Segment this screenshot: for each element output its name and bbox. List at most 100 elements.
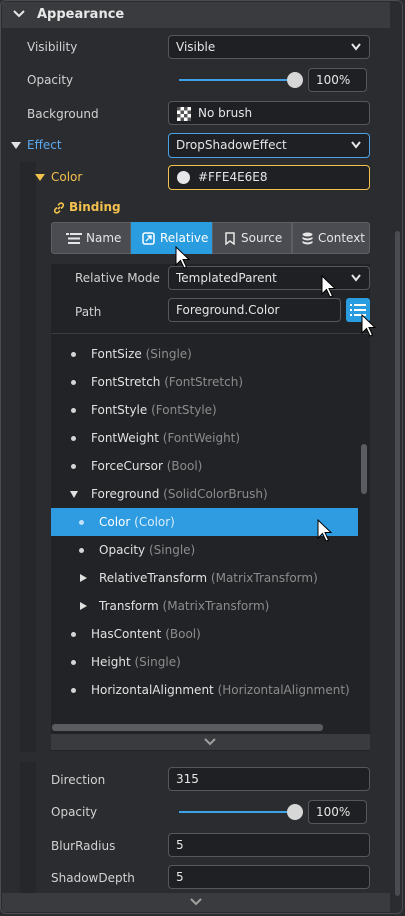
section-title: Appearance <box>37 7 125 22</box>
tree-item-name: ForceCursor <box>91 459 163 473</box>
tab-context-label: Context <box>318 231 366 245</box>
opacity-value: 100% <box>316 73 351 87</box>
tree-item-fontweight[interactable]: FontWeight (FontWeight) <box>51 424 358 452</box>
property-tree[interactable]: FontSize (Single) FontStretch (FontStret… <box>51 340 358 720</box>
tree-item-opacity[interactable]: Opacity (Single) <box>51 536 358 564</box>
link-icon <box>53 202 65 214</box>
tree-item-forcecursor[interactable]: ForceCursor (Bool) <box>51 452 358 480</box>
shadow-opacity-slider-track[interactable] <box>179 811 291 813</box>
tree-item-fontstretch[interactable]: FontStretch (FontStretch) <box>51 368 358 396</box>
mouse-cursor-icon <box>321 275 337 298</box>
path-input[interactable]: Foreground.Color <box>168 298 341 322</box>
shadow-depth-label: ShadowDepth <box>51 871 135 885</box>
tree-item-type: (FontStretch) <box>164 375 244 389</box>
tree-item-name: Height <box>91 655 131 669</box>
tree-item-fontstyle[interactable]: FontStyle (FontStyle) <box>51 396 358 424</box>
color-expand-icon[interactable] <box>35 174 45 181</box>
mouse-cursor-icon <box>317 519 333 542</box>
tree-item-type: (Bool) <box>165 627 201 641</box>
opacity-slider-track[interactable] <box>179 79 291 81</box>
bullet-icon <box>71 380 76 385</box>
tree-item-name: FontStyle <box>91 403 148 417</box>
tree-item-name: Transform <box>99 599 159 613</box>
chevron-down-icon <box>351 141 361 149</box>
bullet-icon <box>71 660 76 665</box>
chevron-down-icon <box>204 738 216 746</box>
tab-name-label: Name <box>86 231 122 245</box>
relative-mode-dropdown[interactable]: TemplatedParent <box>168 266 370 290</box>
tab-name[interactable]: Name <box>51 222 131 254</box>
tree-item-type: (FontStyle) <box>151 403 217 417</box>
bullet-icon <box>79 548 84 553</box>
tree-item-color-selected[interactable]: Color (Color) <box>51 508 358 536</box>
direction-input[interactable]: 315 <box>168 767 370 791</box>
direction-label: Direction <box>51 773 106 787</box>
expanded-triangle-icon[interactable] <box>70 491 78 498</box>
tab-context[interactable]: Context <box>292 222 370 254</box>
relative-mode-label: Relative Mode <box>75 271 160 285</box>
tab-relative[interactable]: Relative <box>131 222 212 254</box>
tree-vertical-scrollbar[interactable] <box>361 444 367 494</box>
tree-expand-footer[interactable] <box>51 734 370 750</box>
tree-item-transform[interactable]: Transform (MatrixTransform) <box>51 592 358 620</box>
background-brush-field[interactable]: No brush <box>168 101 370 125</box>
tree-item-type: (FontWeight) <box>162 431 241 445</box>
panel-expand-footer[interactable] <box>2 893 390 912</box>
bullet-icon <box>71 352 76 357</box>
tree-item-type: (MatrixTransform) <box>162 599 270 613</box>
checkerboard-icon <box>177 107 191 121</box>
main-vertical-scrollbar[interactable] <box>395 231 400 896</box>
bullet-icon <box>71 632 76 637</box>
tree-item-type: (Single) <box>145 347 192 361</box>
tree-item-type: (MatrixTransform) <box>210 571 318 585</box>
background-value: No brush <box>198 106 253 120</box>
appearance-header[interactable]: Appearance <box>2 2 390 28</box>
tree-item-relativetransform[interactable]: RelativeTransform (MatrixTransform) <box>51 564 358 592</box>
visibility-label: Visibility <box>27 40 78 54</box>
color-field[interactable]: #FFE4E6E8 <box>168 165 370 190</box>
color-swatch[interactable] <box>177 171 190 184</box>
shadow-opacity-label: Opacity <box>51 805 98 819</box>
tree-item-foreground[interactable]: Foreground (SolidColorBrush) <box>51 480 358 508</box>
tree-item-type: (Single) <box>148 543 196 557</box>
shadow-opacity-value: 100% <box>316 805 351 819</box>
tree-item-height[interactable]: Height (Single) <box>51 648 358 676</box>
effect-expand-icon[interactable] <box>11 142 21 149</box>
tree-item-hascontent[interactable]: HasContent (Bool) <box>51 620 358 648</box>
effect-indent-gutter-lower <box>20 762 36 896</box>
shadow-opacity-input[interactable]: 100% <box>308 800 367 824</box>
bookmark-icon <box>225 232 235 245</box>
chevron-down-icon <box>13 10 25 18</box>
opacity-slider-thumb[interactable] <box>287 72 303 88</box>
effect-dropdown[interactable]: DropShadowEffect <box>168 133 370 158</box>
shadow-opacity-slider-thumb[interactable] <box>287 804 303 820</box>
tree-item-type: (Color) <box>134 515 175 529</box>
shadow-depth-input[interactable]: 5 <box>168 865 370 889</box>
collapsed-triangle-icon[interactable] <box>80 574 87 582</box>
bullet-icon <box>79 520 84 525</box>
blur-radius-input[interactable]: 5 <box>168 833 370 857</box>
tree-item-name: FontStretch <box>91 375 161 389</box>
tree-item-type: (Bool) <box>166 459 203 473</box>
chevron-down-icon <box>351 274 361 282</box>
opacity-input[interactable]: 100% <box>308 68 367 92</box>
bullet-icon <box>71 436 76 441</box>
opacity-label: Opacity <box>27 73 74 87</box>
tree-item-type: (SolidColorBrush) <box>163 487 268 501</box>
color-label: Color <box>51 170 83 184</box>
tree-item-fontsize[interactable]: FontSize (Single) <box>51 340 358 368</box>
direction-value: 315 <box>176 772 199 786</box>
tree-item-name: Color <box>99 515 131 529</box>
tree-horizontal-scrollbar[interactable] <box>52 724 323 731</box>
effect-value: DropShadowEffect <box>176 138 287 152</box>
blur-radius-label: BlurRadius <box>51 839 116 853</box>
tab-source[interactable]: Source <box>212 222 292 254</box>
tree-item-horizontalalignment[interactable]: HorizontalAlignment (HorizontalAlignment… <box>51 676 358 704</box>
background-label: Background <box>27 107 99 121</box>
bullet-icon <box>71 688 76 693</box>
collapsed-triangle-icon[interactable] <box>80 602 87 610</box>
tab-source-label: Source <box>241 231 283 245</box>
visibility-value: Visible <box>176 40 216 54</box>
tree-item-name: HorizontalAlignment <box>91 683 214 697</box>
visibility-dropdown[interactable]: Visible <box>168 35 370 59</box>
